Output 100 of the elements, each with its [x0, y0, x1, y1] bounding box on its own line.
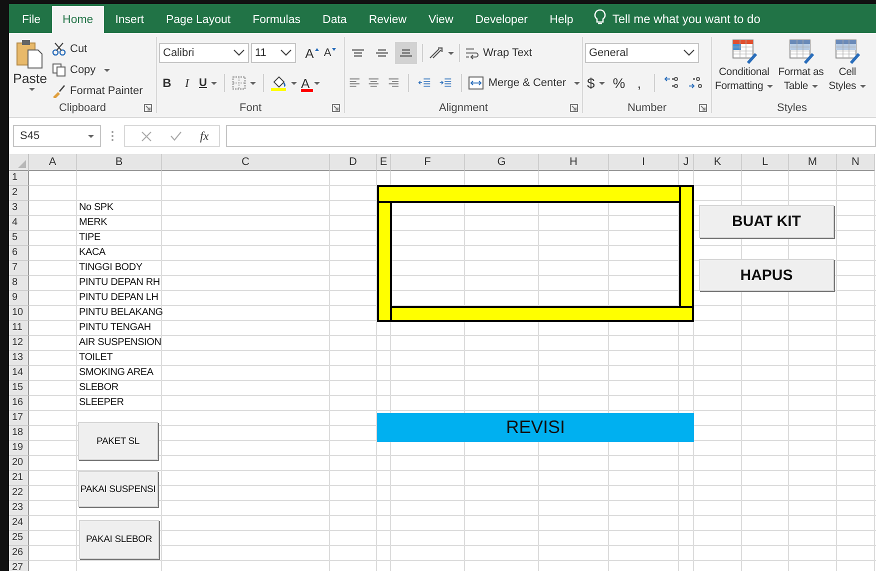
formula-input[interactable] — [226, 125, 876, 147]
row-header[interactable]: 15 — [9, 381, 29, 396]
styles-button[interactable]: Conditional Formatting — [714, 35, 774, 99]
row-header[interactable]: 21 — [9, 471, 29, 486]
row-header[interactable]: 11 — [9, 321, 29, 336]
column-header[interactable]: I — [609, 154, 679, 171]
row-header[interactable]: 13 — [9, 351, 29, 366]
row-header[interactable]: 24 — [9, 516, 29, 531]
row-header[interactable]: 5 — [9, 231, 29, 246]
row-header[interactable]: 10 — [9, 306, 29, 321]
name-box[interactable]: S45 — [13, 125, 101, 147]
macro-button[interactable]: PAKET SL — [78, 422, 158, 460]
table-cell-text: PINTU BELAKANG — [78, 306, 162, 320]
column-header[interactable]: H — [539, 154, 609, 171]
align-right-icon[interactable] — [388, 77, 399, 89]
row-header[interactable]: 18 — [9, 426, 29, 441]
align-lines-icon — [399, 49, 413, 57]
dialog-launcher-icon[interactable] — [570, 104, 578, 112]
row-header[interactable]: 26 — [9, 546, 29, 561]
row-header[interactable]: 17 — [9, 411, 29, 426]
row-header[interactable]: 4 — [9, 216, 29, 231]
cut-button[interactable]: Cut — [52, 41, 143, 57]
indent-icon[interactable] — [438, 77, 452, 89]
row-header[interactable]: 16 — [9, 396, 29, 411]
copy-icon — [52, 63, 66, 77]
macro-button[interactable]: BUAT KIT — [699, 205, 834, 238]
row-header[interactable]: 14 — [9, 366, 29, 381]
outdent-icon[interactable] — [418, 77, 431, 89]
column-header[interactable]: G — [465, 154, 539, 171]
row-header[interactable]: 9 — [9, 291, 29, 306]
dialog-launcher-icon[interactable] — [699, 104, 707, 112]
grow-font-button[interactable]: A — [304, 43, 320, 63]
number-format-field[interactable]: General — [585, 43, 699, 63]
font-color-button[interactable]: A — [300, 73, 320, 93]
row-header[interactable]: 1 — [9, 171, 29, 186]
column-header[interactable]: A — [29, 154, 77, 171]
increase-decimal-icon[interactable] — [664, 76, 680, 90]
merge-center-button[interactable]: Merge & Center — [468, 75, 580, 91]
ribbon-tab[interactable]: Developer — [464, 6, 539, 33]
column-header[interactable]: C — [162, 154, 330, 171]
row-header[interactable]: 7 — [9, 261, 29, 276]
shrink-font-button[interactable]: A — [322, 43, 338, 63]
column-header[interactable]: B — [77, 154, 162, 171]
paint-bucket-icon — [270, 75, 287, 91]
row-header[interactable]: 22 — [9, 486, 29, 501]
comma-style-button[interactable]: , — [631, 73, 648, 93]
row-header[interactable]: 6 — [9, 246, 29, 261]
dialog-launcher-icon[interactable] — [144, 104, 152, 112]
row-header[interactable]: 19 — [9, 441, 29, 456]
row-header[interactable]: 25 — [9, 531, 29, 546]
column-header[interactable]: L — [742, 154, 789, 171]
ribbon-tab[interactable]: Review — [358, 6, 418, 33]
font-size-field[interactable]: 11 — [251, 43, 296, 63]
tell-me-search[interactable]: Tell me what you want to do — [612, 6, 760, 33]
column-header[interactable]: F — [391, 154, 465, 171]
row-header[interactable]: 23 — [9, 501, 29, 516]
copy-button[interactable]: Copy — [52, 62, 143, 78]
insert-function-button[interactable]: fx — [200, 128, 209, 144]
paste-button[interactable]: Paste — [11, 35, 49, 99]
styles-button[interactable]: Format as Table — [777, 35, 825, 99]
ribbon-tab[interactable]: Help — [538, 6, 584, 33]
align-lines-icon — [375, 49, 389, 57]
align-left-icon[interactable] — [349, 77, 360, 89]
ribbon-tab[interactable]: File — [11, 6, 52, 33]
ribbon-tab[interactable]: Data — [312, 6, 358, 33]
macro-button[interactable]: HAPUS — [699, 259, 834, 291]
column-header[interactable]: N — [837, 154, 875, 171]
chevron-icon — [280, 49, 292, 57]
font-name-field[interactable]: Calibri — [159, 43, 249, 63]
decrease-decimal-icon[interactable] — [688, 76, 704, 90]
percent-button[interactable]: % — [610, 73, 628, 93]
ribbon-tab[interactable]: Insert — [104, 6, 155, 33]
wrap-text-button[interactable]: Wrap Text — [465, 45, 532, 61]
ribbon-tab[interactable]: Home — [52, 6, 104, 33]
vertical-align-button[interactable] — [395, 42, 417, 64]
row-header[interactable]: 12 — [9, 336, 29, 351]
column-header[interactable]: K — [694, 154, 742, 171]
dialog-launcher-icon[interactable] — [332, 104, 340, 112]
row-header[interactable]: 27 — [9, 561, 29, 571]
row-header[interactable]: 3 — [9, 201, 29, 216]
currency-button[interactable]: $ — [585, 73, 607, 93]
row-header[interactable]: 2 — [9, 186, 29, 201]
ribbon-tab[interactable]: Page Layout — [154, 6, 242, 33]
underline-button[interactable]: U — [199, 73, 217, 93]
ribbon-tab[interactable]: View — [418, 6, 464, 33]
ribbon-tab[interactable]: Formulas — [242, 6, 312, 33]
row-header[interactable]: 8 — [9, 276, 29, 291]
format-painter-button[interactable]: Format Painter — [52, 83, 143, 99]
column-header[interactable]: E — [377, 154, 391, 171]
align-center-icon[interactable] — [368, 77, 380, 89]
bold-button[interactable]: B — [159, 73, 175, 93]
column-header[interactable]: M — [789, 154, 837, 171]
row-header[interactable]: 20 — [9, 456, 29, 471]
styles-button[interactable]: Cell Styles — [828, 35, 868, 99]
macro-button[interactable]: PAKAI SLEBOR — [79, 520, 159, 559]
italic-button[interactable]: I — [179, 73, 195, 93]
checkmark-icon[interactable] — [170, 131, 182, 141]
macro-button[interactable]: PAKAI SUSPENSI — [78, 471, 158, 507]
column-header[interactable]: D — [330, 154, 377, 171]
column-header[interactable]: J — [679, 154, 694, 171]
